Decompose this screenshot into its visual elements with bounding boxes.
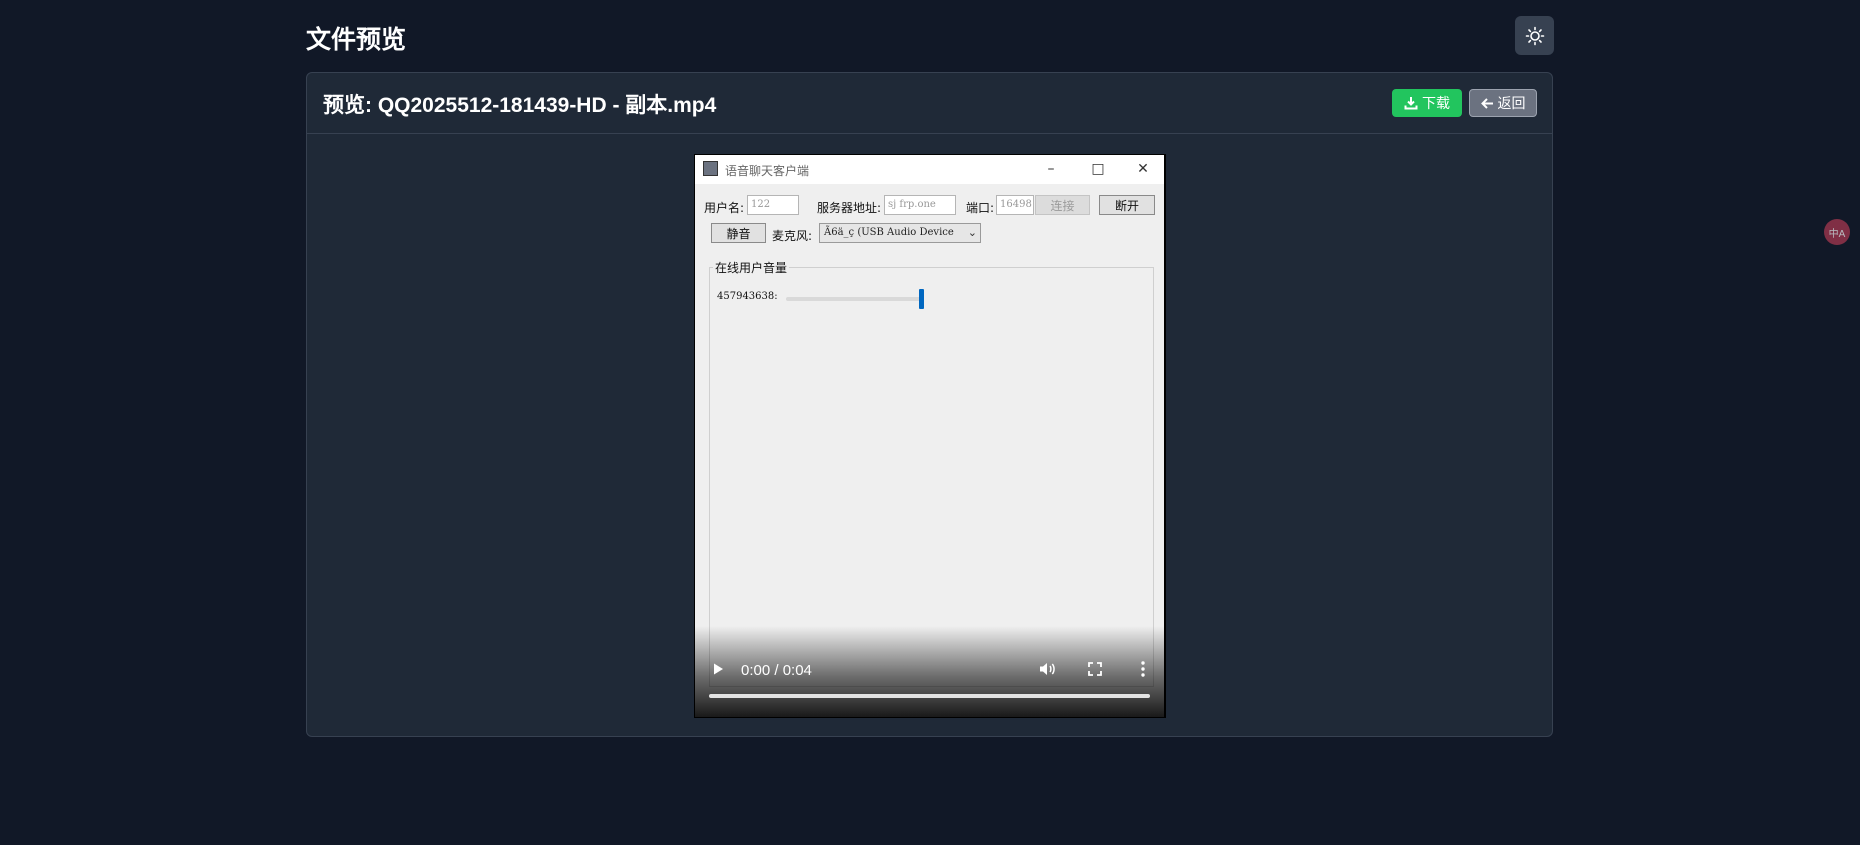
user-id-label: 457943638: bbox=[717, 291, 778, 302]
user-volume-slider bbox=[786, 289, 924, 309]
online-users-group bbox=[709, 267, 1154, 687]
slider-thumb bbox=[919, 289, 924, 309]
download-label: 下载 bbox=[1422, 95, 1450, 111]
download-icon bbox=[1404, 97, 1418, 110]
card-header: 预览: QQ2025512-181439-HD - 副本.mp4 下载 返回 bbox=[307, 73, 1552, 134]
chevron-down-icon: ⌄ bbox=[967, 226, 977, 239]
maximize-icon: □ bbox=[1091, 161, 1105, 177]
mic-select: Ã6ä_ç (USB Audio Device ⌄ bbox=[819, 223, 981, 243]
theme-toggle-button[interactable] bbox=[1515, 16, 1554, 55]
port-field: 16498 bbox=[996, 195, 1034, 215]
more-options-icon[interactable] bbox=[1133, 659, 1153, 679]
mute-button: 静音 bbox=[711, 223, 766, 243]
translate-extension-icon[interactable]: 中A bbox=[1824, 219, 1850, 245]
video-time: 0:00 / 0:04 bbox=[741, 662, 812, 679]
page-title: 文件预览 bbox=[306, 26, 407, 54]
minimize-icon: – bbox=[1047, 161, 1055, 177]
connect-button: 连接 bbox=[1035, 195, 1090, 215]
disconnect-button: 断开 bbox=[1099, 195, 1155, 215]
back-button[interactable]: 返回 bbox=[1469, 89, 1537, 117]
online-users-title: 在线用户音量 bbox=[713, 259, 790, 276]
video-progress-bar[interactable] bbox=[709, 694, 1150, 698]
port-label: 端口: bbox=[966, 201, 995, 215]
server-field: sj frp.one bbox=[884, 195, 956, 215]
mic-label: 麦克风: bbox=[772, 229, 813, 243]
download-button[interactable]: 下载 bbox=[1392, 89, 1462, 117]
back-label: 返回 bbox=[1497, 95, 1526, 111]
server-label: 服务器地址: bbox=[817, 201, 882, 215]
username-field: 122 bbox=[747, 195, 799, 215]
fullscreen-icon[interactable] bbox=[1085, 659, 1105, 679]
close-icon: ✕ bbox=[1137, 161, 1149, 177]
app-icon bbox=[703, 161, 718, 176]
username-label: 用户名: bbox=[704, 201, 745, 215]
sun-icon bbox=[1525, 26, 1544, 45]
volume-icon[interactable] bbox=[1037, 659, 1057, 679]
mic-select-value: Ã6ä_ç (USB Audio Device bbox=[824, 227, 954, 238]
arrow-left-icon bbox=[1480, 97, 1493, 109]
preview-title: 预览: QQ2025512-181439-HD - 副本.mp4 bbox=[323, 94, 717, 117]
frame-titlebar: 语音聊天客户端 – □ ✕ bbox=[695, 155, 1164, 184]
play-icon[interactable] bbox=[708, 659, 728, 679]
video-player[interactable]: 语音聊天客户端 – □ ✕ 用户名: 122 服务器地址: sj frp.one… bbox=[694, 154, 1166, 718]
frame-window-title: 语音聊天客户端 bbox=[725, 164, 810, 178]
